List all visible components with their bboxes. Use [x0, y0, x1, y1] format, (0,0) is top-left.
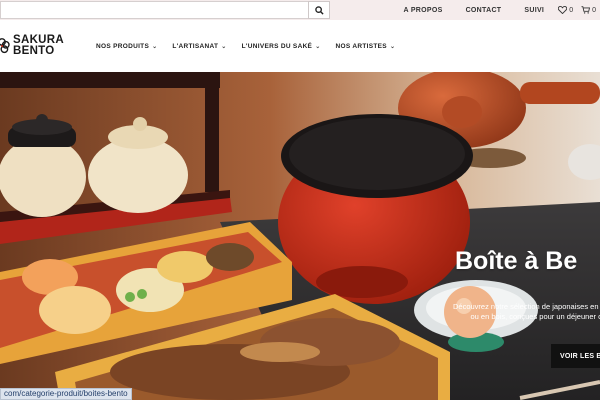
logo-text: SAKURA BENTO: [13, 34, 64, 57]
cart-icon: [581, 6, 591, 14]
chevron-down-icon: ⌄: [315, 43, 321, 50]
logo-line2: BENTO: [13, 45, 55, 57]
hero-description: Découvrez notre sélection de japonaises …: [452, 302, 600, 321]
nav-item-nos-produits[interactable]: NOS PRODUITS ⌄: [96, 43, 157, 50]
nav-label: NOS ARTISTES: [335, 42, 387, 50]
site-logo[interactable]: SAKURA BENTO: [0, 34, 64, 58]
hero-banner: Boîte à Be Découvrez notre sélection de …: [0, 72, 600, 400]
link-suivi[interactable]: SUIVI: [524, 7, 544, 14]
nav-label: NOS PRODUITS: [96, 42, 150, 50]
hero-title: Boîte à Be: [455, 247, 578, 275]
search-icon: [314, 5, 324, 15]
hero-cta-button[interactable]: VOIR LES B: [551, 344, 600, 368]
top-utility-bar: A PROPOS CONTACT SUIVI 0 0: [0, 0, 600, 20]
main-navbar: SAKURA BENTO NOS PRODUITS ⌄ L'ARTISANAT ⌄ …: [0, 20, 600, 72]
heart-icon: [558, 6, 568, 14]
nav-label: L'UNIVERS DU SAKÉ: [241, 42, 313, 50]
chevron-down-icon: ⌄: [389, 43, 396, 50]
nav-item-univers-du-sake[interactable]: L'UNIVERS DU SAKÉ ⌄: [242, 43, 321, 50]
link-contact[interactable]: CONTACT: [466, 7, 502, 14]
link-a-propos[interactable]: A PROPOS: [403, 7, 442, 14]
chevron-down-icon: ⌄: [221, 43, 227, 50]
hero-image: [0, 72, 600, 400]
nav-item-nos-artistes[interactable]: NOS ARTISTES ⌄: [336, 43, 396, 50]
top-links: A PROPOS CONTACT SUIVI 0 0: [403, 0, 600, 20]
search-button[interactable]: [308, 1, 330, 19]
wishlist-count: 0: [569, 6, 574, 14]
cart-count: 0: [592, 6, 596, 14]
cart-button[interactable]: 0: [581, 6, 596, 14]
nav-item-artisanat[interactable]: L'ARTISANAT ⌄: [172, 43, 226, 50]
sakura-logo-icon: [0, 38, 10, 54]
search-input[interactable]: [0, 1, 308, 19]
nav-label: L'ARTISANAT: [172, 42, 219, 50]
wishlist-button[interactable]: 0: [558, 6, 573, 14]
status-bar-url: com/categorie-produit/boites-bento: [0, 388, 132, 400]
nav-menu: NOS PRODUITS ⌄ L'ARTISANAT ⌄ L'UNIVERS DU …: [96, 20, 410, 72]
chevron-down-icon: ⌄: [152, 43, 158, 50]
